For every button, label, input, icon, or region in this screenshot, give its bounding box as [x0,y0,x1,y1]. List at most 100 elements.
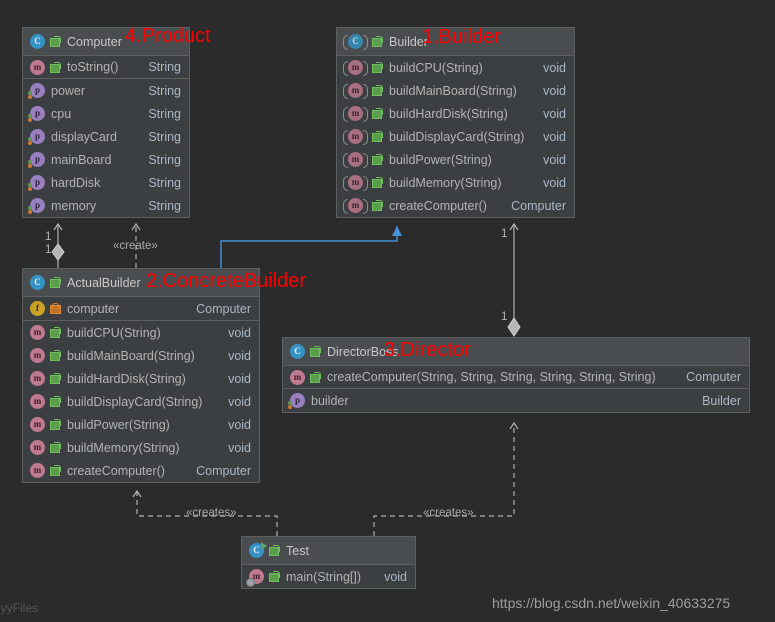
annotation-concretebuilder: 2.ConcreteBuilder [146,270,307,292]
member-row[interactable]: m buildCPU(String) void [23,321,259,344]
member-type: void [228,440,251,455]
class-box-builder[interactable]: C Builder m buildCPU(String) void m buil… [336,27,575,218]
abstract-method-icon: m [343,198,368,214]
public-visibility-icon [269,545,280,556]
property-icon: p [28,198,45,214]
class-box-directorboss[interactable]: C DirectorBoss m createComputer(String, … [282,337,750,413]
method-icon: m [30,59,45,75]
public-visibility-icon [50,327,61,338]
property-icon: p [28,83,45,99]
member-type: void [543,175,566,190]
member-row[interactable]: p memory String [23,194,189,217]
property-icon: p [28,106,45,122]
edge-aggregation-builder-director [507,222,521,337]
member-name: toString() [67,60,119,74]
public-visibility-icon [372,177,383,188]
edge-generalization-builder [220,226,402,268]
class-box-actualbuilder[interactable]: C ActualBuilder f computer Computer m bu… [22,268,260,483]
member-name: cpu [51,106,72,121]
member-row[interactable]: m buildCPU(String) void [337,56,574,79]
member-name: buildMemory(String) [67,440,180,455]
member-type: Computer [511,198,566,213]
public-visibility-icon [372,131,383,142]
class-members-directorboss: m createComputer(String, String, String,… [283,366,749,412]
member-type: String [148,152,181,167]
class-members-test: m main(String[]) void [242,565,415,588]
annotation-builder: 1.Builder [422,26,501,48]
class-icon: C [290,344,305,359]
corner-label: byyFiles [0,601,39,615]
member-name: buildPower(String) [67,417,170,432]
public-visibility-icon [50,396,61,407]
method-icon: m [30,440,45,455]
member-row[interactable]: m buildDisplayCard(String) void [337,125,574,148]
public-visibility-icon [50,419,61,430]
member-row[interactable]: m buildPower(String) void [23,413,259,436]
member-name: mainBoard [51,152,112,167]
member-type: String [148,198,181,213]
property-icon: p [288,393,305,409]
class-icon: C [30,34,45,49]
multiplicity-builder-upper: 1 [501,228,508,240]
multiplicity-computer-lower: 1 [45,244,52,256]
member-row[interactable]: m buildPower(String) void [337,148,574,171]
field-row[interactable]: f computer Computer [23,297,259,320]
field-icon: f [30,301,45,316]
watermark-url: https://blog.csdn.net/weixin_40633275 [492,595,731,611]
member-name: buildCPU(String) [67,325,161,340]
public-visibility-icon [50,373,61,384]
member-type: Computer [686,370,741,384]
member-name: buildDisplayCard(String) [389,129,525,144]
member-row[interactable]: p builder Builder [283,389,749,412]
abstract-method-icon: m [343,60,368,76]
member-name: buildMainBoard(String) [389,83,517,98]
member-row[interactable]: p cpu String [23,102,189,125]
class-box-computer[interactable]: C Computer m toString() String p power S… [22,27,190,218]
annotation-director: 3.Director [384,339,471,361]
member-row[interactable]: m buildHardDisk(String) void [337,102,574,125]
member-name: buildHardDisk(String) [67,371,186,386]
member-row[interactable]: m createComputer() Computer [23,459,259,482]
public-visibility-icon [50,61,61,73]
member-row[interactable]: m buildHardDisk(String) void [23,367,259,390]
abstract-method-icon: m [343,83,368,99]
public-visibility-icon [50,465,61,476]
member-name: power [51,83,86,98]
member-row[interactable]: m buildMainBoard(String) void [23,344,259,367]
property-icon: p [28,175,45,191]
method-icon: m [30,417,45,432]
member-row[interactable]: m createComputer() Computer [337,194,574,217]
member-name: createComputer() [389,198,487,213]
class-box-test[interactable]: C Test m main(String[]) void [241,536,416,589]
class-header-test[interactable]: C Test [242,537,415,565]
member-type: String [148,106,181,121]
member-type: void [543,152,566,167]
member-row[interactable]: m buildDisplayCard(String) void [23,390,259,413]
abstract-method-icon: m [343,106,368,122]
multiplicity-computer-upper: 1 [45,231,52,243]
member-row[interactable]: m toString() String [23,56,189,79]
member-row[interactable]: m buildMainBoard(String) void [337,79,574,102]
member-row[interactable]: m buildMemory(String) void [337,171,574,194]
class-header-directorboss[interactable]: C DirectorBoss [283,338,749,366]
member-row[interactable]: p displayCard String [23,125,189,148]
member-row[interactable]: m buildMemory(String) void [23,436,259,459]
class-name-computer: Computer [67,34,122,49]
member-row[interactable]: p hardDisk String [23,171,189,194]
class-icon: C [30,275,45,290]
member-type: void [543,129,566,144]
member-name: buildMemory(String) [389,175,502,190]
multiplicity-builder-lower: 1 [501,311,508,323]
member-row[interactable]: p power String [23,79,189,102]
member-type: void [543,60,566,75]
runnable-method-icon: m [246,569,264,587]
member-row[interactable]: m main(String[]) void [242,565,415,588]
class-members-builder: m buildCPU(String) void m buildMainBoard… [337,56,574,217]
public-visibility-icon [372,154,383,165]
member-name: buildPower(String) [389,152,492,167]
abstract-class-icon: C [343,34,368,50]
member-row[interactable]: p mainBoard String [23,148,189,171]
member-type: Computer [196,463,251,478]
method-icon: m [290,369,305,385]
member-row[interactable]: m createComputer(String, String, String,… [283,366,749,389]
